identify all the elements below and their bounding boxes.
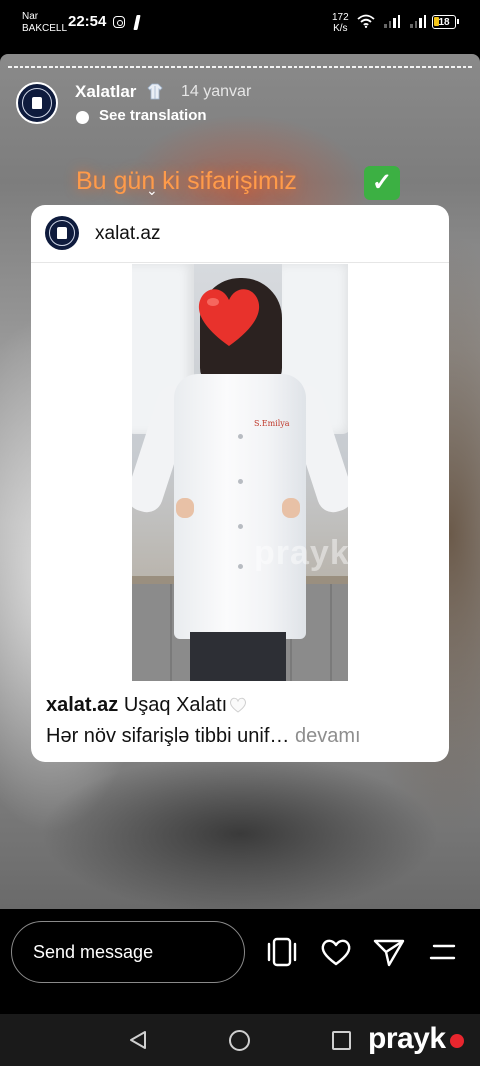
signal-strength-icon-1 (384, 15, 400, 28)
translate-icon (76, 111, 89, 124)
battery-level: 18 (438, 16, 450, 28)
post-date: 14 yanvar (181, 83, 252, 100)
white-heart-emoji-icon (230, 697, 247, 713)
coat-button (238, 479, 243, 484)
child-hand (282, 498, 300, 518)
check-mark-emoji-icon: ✓ (364, 166, 400, 200)
story-reply-bar: Send message (0, 909, 480, 1014)
clock: 22:54 (68, 13, 107, 30)
send-message-placeholder: Send message (33, 942, 154, 962)
account-name[interactable]: Xalatlar (75, 82, 136, 102)
post-author-username[interactable]: xalat.az (95, 223, 160, 245)
story-progress-bar (8, 66, 473, 68)
coat-button (238, 524, 243, 529)
see-translation-link[interactable]: See translation (99, 107, 207, 124)
story-caption: Bu gün ki sifarişimiz (76, 167, 297, 195)
divider (31, 262, 449, 263)
battery-icon: 18 (432, 15, 459, 29)
coat-embroidery: S.Emilya (254, 419, 290, 428)
instagram-icon (113, 16, 125, 28)
lab-coat-emoji-icon (147, 83, 163, 100)
post-caption-line-2: Hər növ sifarişlə tibbi unif… devamı (46, 725, 361, 748)
shared-post-card[interactable]: xalat.az S.Emilya prayk xalat.az Uşaq Xa… (31, 205, 449, 762)
system-navigation-bar: prayk (0, 1014, 480, 1066)
charging-bolt-icon (133, 15, 141, 30)
watermark-text: prayk (254, 534, 348, 572)
brand-logo: prayk (368, 1022, 446, 1055)
heart-emoji-icon (198, 289, 260, 346)
caption-text: Hər növ sifarişlə tibbi unif… (46, 725, 290, 747)
carrier-line2: BAKCELL (22, 23, 68, 34)
coat-logo-icon (57, 227, 67, 239)
signal-strength-icon-2 (410, 15, 426, 28)
carrier-line1: Nar (22, 11, 39, 22)
child-trousers (190, 632, 286, 681)
account-avatar[interactable] (16, 82, 58, 124)
coat-button (238, 564, 243, 569)
home-icon[interactable] (229, 1030, 250, 1051)
post-caption-line-1: xalat.az Uşaq Xalatı (46, 694, 247, 717)
caption-title: Uşaq Xalatı (123, 694, 228, 716)
status-bar: Nar BAKCELL 22:54 172 K/s 18 (0, 0, 480, 42)
caption-username[interactable]: xalat.az (46, 694, 118, 716)
heart-outline-icon[interactable] (319, 935, 353, 969)
wifi-icon (357, 14, 375, 28)
child-hand (176, 498, 194, 518)
carrier-label: Nar BAKCELL (22, 11, 67, 35)
coat-button (238, 434, 243, 439)
brand-logo-dot (450, 1034, 464, 1048)
story-viewer[interactable]: Xalatlar 14 yanvar See translation Bu gü… (0, 54, 480, 909)
back-icon[interactable] (127, 1029, 149, 1051)
send-message-input[interactable]: Send message (11, 921, 245, 983)
network-speed: 172 K/s (332, 12, 349, 34)
post-author-avatar[interactable] (45, 216, 79, 250)
background-shade (40, 754, 440, 909)
chevron-down-icon: ⌄ (146, 182, 158, 198)
recent-apps-icon[interactable] (332, 1031, 351, 1050)
coat-logo-icon (32, 97, 42, 109)
post-photo[interactable]: S.Emilya prayk (132, 264, 348, 681)
send-icon[interactable] (372, 935, 406, 969)
net-speed-unit: K/s (333, 23, 348, 34)
net-speed-value: 172 (332, 12, 349, 23)
carousel-icon[interactable] (265, 935, 299, 969)
caption-more-link[interactable]: devamı (295, 725, 361, 747)
menu-icon[interactable] (426, 935, 460, 969)
